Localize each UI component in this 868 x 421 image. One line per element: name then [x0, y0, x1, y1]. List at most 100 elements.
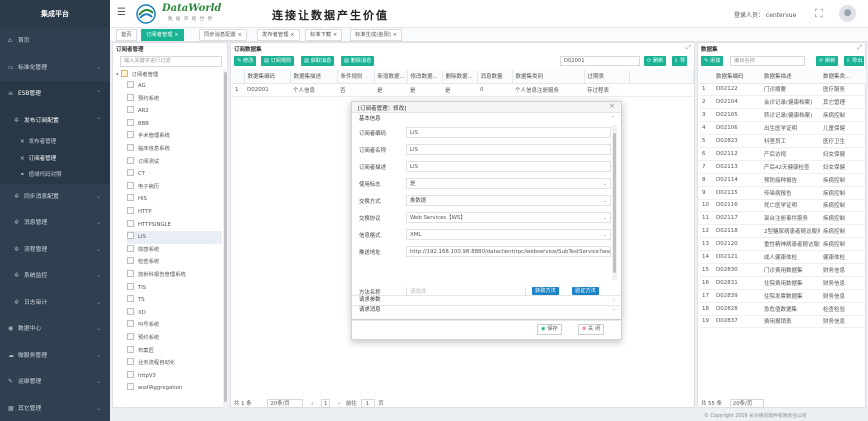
- col-header[interactable]: 删除数据...: [442, 70, 478, 84]
- table-row[interactable]: 17 D02839 住院发票数据集 财务信息: [699, 289, 866, 303]
- expand-icon[interactable]: ⤢: [857, 44, 862, 52]
- fullscreen-icon[interactable]: ⛶: [815, 8, 827, 20]
- sidebar-item-sync-config[interactable]: ✲ 同步消息配置 ⌄: [0, 184, 110, 211]
- tree-node[interactable]: 订阅测试: [127, 156, 222, 169]
- col-header[interactable]: 数据集描述: [761, 70, 820, 84]
- section-request-message[interactable]: 请求消息 ›: [352, 305, 621, 315]
- table-row[interactable]: 10 D02116 死亡医学证明 疾病控制: [699, 199, 866, 213]
- sidebar-item-other[interactable]: ▦ 其它管理 ⌄: [0, 396, 110, 421]
- section-request-params[interactable]: 请求参数 ›: [352, 295, 621, 305]
- expand-icon[interactable]: ⤢: [686, 44, 691, 52]
- table-row[interactable]: 3 D02105 转诊记录(健康档案) 疾病控制: [699, 108, 866, 123]
- text-field[interactable]: LIS: [406, 144, 611, 155]
- tree-node[interactable]: 业务流程自动化: [127, 357, 222, 370]
- tree-node[interactable]: CT: [127, 168, 222, 181]
- tree-node[interactable]: HTTPSINGLE: [127, 219, 222, 232]
- table-row[interactable]: 1 D02001 个人信息 否 是 是 是 0 个人信息注册服务 存过程表: [232, 83, 694, 97]
- tree-node[interactable]: HIS: [127, 193, 222, 206]
- sidebar-item-process-mgmt[interactable]: ✲ 流程管理 ⌄: [0, 237, 110, 264]
- page-size-select[interactable]: 20条/页: [267, 399, 304, 408]
- col-header[interactable]: 数据集编码: [244, 70, 291, 84]
- tree-node[interactable]: TIS: [127, 282, 222, 295]
- select-field[interactable]: 是 ⌄: [406, 178, 611, 189]
- section-basic-info[interactable]: 基本信息 ⌃: [352, 114, 621, 124]
- sidebar-item-system-monitor[interactable]: ✲ 系统监控 ⌄: [0, 263, 110, 290]
- col-header[interactable]: 过期表: [584, 70, 630, 84]
- save-button[interactable]: ◉ 保存: [537, 324, 562, 335]
- table-row[interactable]: 13 D02120 重性精神病患者随访服务 疾病控制: [699, 237, 866, 252]
- tab-home[interactable]: 首页: [116, 29, 137, 41]
- table-row[interactable]: 12 D02118 2型糖尿病患者随访服务 疾病控制: [699, 224, 866, 239]
- table-row[interactable]: 2 D02104 会诊记录(健康档案) 其它管理: [699, 95, 866, 110]
- table-row[interactable]: 6 D02112 产后访视 妇女保健: [699, 147, 866, 161]
- sidebar-item-data-center[interactable]: ◉ 数据中心 ⌄: [0, 316, 110, 343]
- refresh-button[interactable]: ⟳ 刷新: [644, 56, 667, 66]
- prev-page-icon[interactable]: ‹: [311, 401, 313, 407]
- col-header[interactable]: 条件规则: [337, 70, 375, 84]
- sidebar-item-message-mgmt[interactable]: ✲ 消息管理 ⌄: [0, 210, 110, 237]
- sidebar-item-standardization[interactable]: ▭ 标准化管理 ⌄: [0, 55, 110, 82]
- export-button[interactable]: ⇩ 导: [672, 56, 688, 66]
- avatar[interactable]: ●: [839, 5, 856, 22]
- text-field[interactable]: LIS: [406, 161, 611, 172]
- close-icon[interactable]: ×: [609, 102, 615, 110]
- tree-scrollbar[interactable]: [223, 69, 228, 408]
- sidebar-item-microservice[interactable]: ☁ 微服务管理 ⌄: [0, 343, 110, 370]
- tab-publisher-mgmt[interactable]: 发布者管理 ×: [257, 29, 300, 41]
- table-row[interactable]: 11 D02117 架台注册事件服务 疾病控制: [699, 211, 866, 226]
- tree-node[interactable]: HTTP: [127, 206, 222, 219]
- tree-node[interactable]: 预约系统: [127, 332, 222, 345]
- tree-node[interactable]: 布案匠: [127, 345, 222, 358]
- tree-node[interactable]: wsdlAggregation: [127, 382, 222, 395]
- tree-node[interactable]: 临床信息系统: [127, 143, 222, 156]
- tree-node[interactable]: AG: [127, 80, 222, 93]
- get-method-button[interactable]: 获取方法: [532, 287, 559, 295]
- delete-message-button[interactable]: ▤ 删除消息: [341, 56, 375, 66]
- tab-standard-download[interactable]: 标准下载 ×: [305, 29, 343, 41]
- text-field[interactable]: LIS: [406, 127, 611, 138]
- sidebar-item-log-audit[interactable]: ✲ 日志审计 ⌄: [0, 290, 110, 317]
- dialog-scrollbar[interactable]: [612, 125, 617, 280]
- tree-node[interactable]: 检查系统: [127, 256, 222, 269]
- tab-standard-generate[interactable]: 标准生成(金阳) ×: [350, 29, 403, 41]
- table-row[interactable]: 9 D02115 传染病报告 疾病控制: [699, 186, 866, 200]
- add-button[interactable]: ✎ 添加: [701, 56, 724, 66]
- table-row[interactable]: 18 D02828 急危值数据集 检查检验: [699, 302, 866, 316]
- next-page-icon[interactable]: ›: [338, 401, 340, 407]
- table-row[interactable]: 4 D02106 出生医学证明 儿童保健: [699, 121, 866, 136]
- catalog-search-input[interactable]: 编目名称: [730, 56, 805, 66]
- sidebar-sub-publisher[interactable]: ✕ 发布者管理: [0, 134, 110, 151]
- tree-node[interactable]: 电子病历: [127, 181, 222, 194]
- dataset-search-input[interactable]: D02001: [560, 56, 640, 66]
- table-row[interactable]: 14 D02121 成人健康体检 健康体检: [699, 250, 866, 264]
- menu-toggle-icon[interactable]: ☰: [117, 8, 127, 18]
- sidebar-sub-subscriber[interactable]: ✕ 订阅者管理: [0, 150, 110, 167]
- col-header[interactable]: 新增数据...: [374, 70, 408, 84]
- col-header[interactable]: 数据集描述: [290, 70, 338, 84]
- table-row[interactable]: 16 D02831 住院费用数据集 财务信息: [699, 276, 866, 290]
- col-header[interactable]: 数据集类...: [820, 70, 866, 84]
- tab-sync-config[interactable]: 同步消息配置 ×: [199, 29, 247, 41]
- col-header[interactable]: 数据集编码: [713, 70, 761, 84]
- sidebar-sub-code-mapping[interactable]: ⚭ 值域代码对照: [0, 167, 110, 184]
- table-row[interactable]: 7 D02113 产后42天健康检查 妇女保健: [699, 160, 866, 174]
- select-field[interactable]: XML ⌄: [406, 229, 611, 240]
- sidebar-item-publish-subscribe[interactable]: ✲ 发布订阅配置 ⌃: [0, 107, 110, 134]
- text-field[interactable]: http://192.168.100.98:8880/dataclient/rp…: [406, 246, 611, 257]
- edit-button[interactable]: ✎ 修改: [234, 56, 257, 66]
- table-row[interactable]: 5 D02823 科室员工 医疗卫生: [699, 134, 866, 148]
- tree-node[interactable]: AR2: [127, 105, 222, 118]
- table-row[interactable]: 8 D02114 预防接种报告 疾病控制: [699, 173, 866, 187]
- sidebar-item-home[interactable]: ⌂ 首页: [0, 28, 110, 55]
- tree-filter-input[interactable]: 输入关键字进行过滤: [120, 56, 222, 67]
- col-header[interactable]: 修改数据...: [407, 70, 443, 84]
- tab-subscriber-mgmt[interactable]: 订阅者管理 ×: [141, 29, 184, 41]
- tree-node[interactable]: 手术管理系统: [127, 130, 222, 143]
- subscribe-rule-button[interactable]: ▤ 订阅规则: [261, 56, 295, 66]
- page-size-select[interactable]: 20条/页: [729, 399, 764, 408]
- table-row[interactable]: 1 D02122 门诊摘要 医疗服务: [699, 83, 866, 97]
- tree-node[interactable]: 院感系统: [127, 244, 222, 257]
- tree-node[interactable]: 叫号系统: [127, 319, 222, 332]
- select-field[interactable]: Web Services【WS】 ⌄: [406, 212, 611, 223]
- refresh-button[interactable]: ⟳ 刷新: [816, 56, 839, 66]
